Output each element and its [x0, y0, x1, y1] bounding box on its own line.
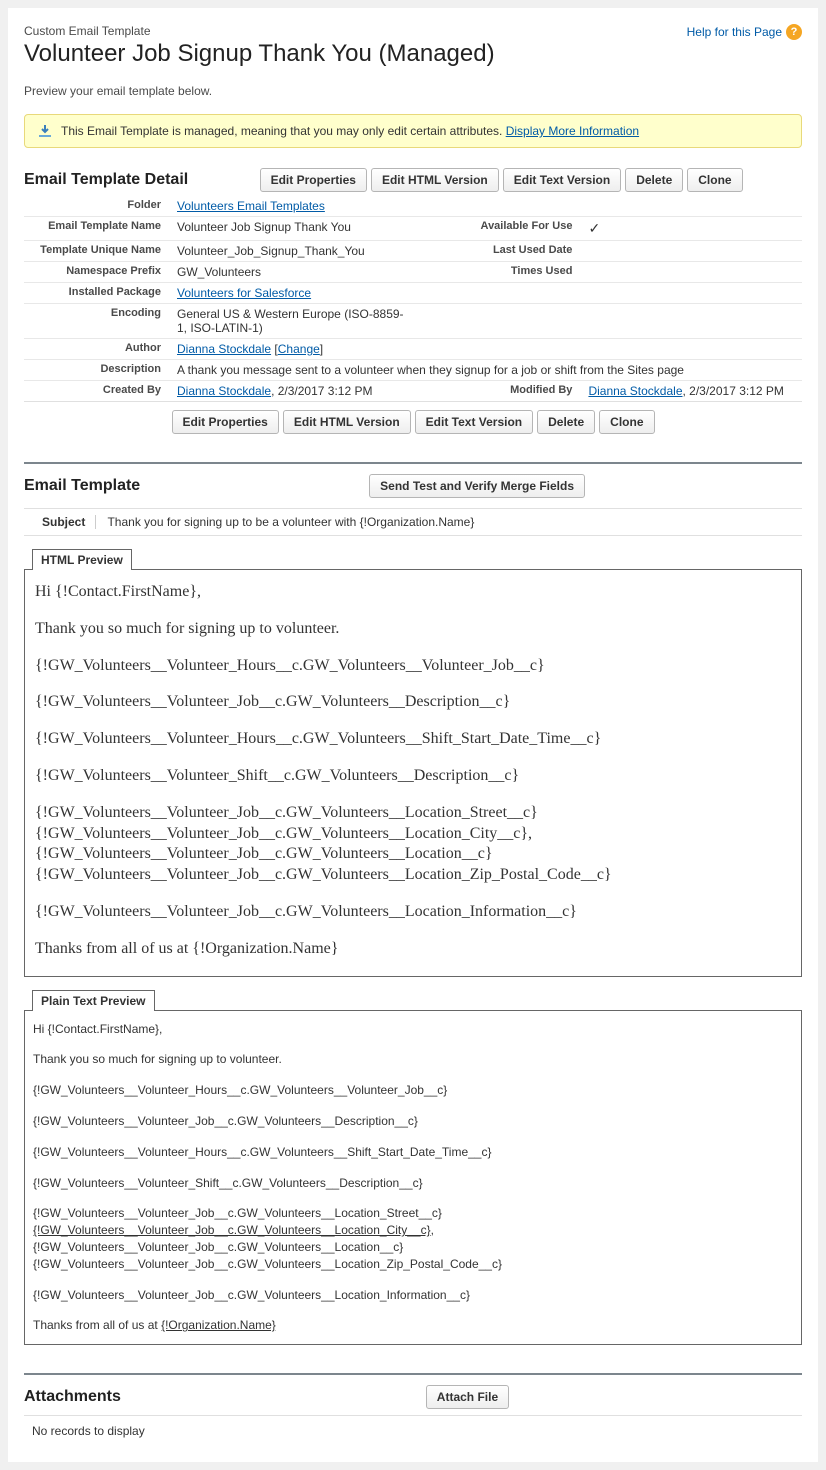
value-encoding: General US & Western Europe (ISO-8859-1,…	[169, 304, 420, 339]
html-loc-info: {!GW_Volunteers__Volunteer_Job__c.GW_Vol…	[35, 902, 791, 923]
available-check-icon: ✓	[588, 220, 600, 236]
label-modified-by: Modified By	[420, 381, 580, 402]
modified-by-link[interactable]: Dianna Stockdale	[588, 384, 682, 398]
edit-html-button[interactable]: Edit HTML Version	[371, 168, 499, 192]
managed-info-box: This Email Template is managed, meaning …	[24, 114, 802, 148]
plain-org-link[interactable]: {!Organization.Name}	[161, 1318, 276, 1332]
html-preview-label: HTML Preview	[32, 549, 132, 570]
label-created-by: Created By	[24, 381, 169, 402]
clone-button-2[interactable]: Clone	[599, 410, 654, 434]
label-description: Description	[24, 360, 169, 381]
modified-date: , 2/3/2017 3:12 PM	[683, 384, 784, 398]
value-namespace: GW_Volunteers	[169, 262, 420, 283]
author-change-link[interactable]: Change	[278, 342, 320, 356]
label-folder: Folder	[24, 196, 169, 217]
html-loc-3: {!GW_Volunteers__Volunteer_Job__c.GW_Vol…	[35, 844, 791, 865]
plain-merge-3: {!GW_Volunteers__Volunteer_Hours__c.GW_V…	[33, 1144, 793, 1161]
plain-loc-2-link[interactable]: {!GW_Volunteers__Volunteer_Job__c.GW_Vol…	[33, 1223, 431, 1237]
info-text: This Email Template is managed, meaning …	[61, 124, 502, 138]
subject-label: Subject	[42, 515, 96, 529]
plain-greeting: Hi {!Contact.FirstName},	[33, 1021, 793, 1038]
edit-text-button-2[interactable]: Edit Text Version	[415, 410, 533, 434]
clone-button[interactable]: Clone	[687, 168, 742, 192]
edit-html-button-2[interactable]: Edit HTML Version	[283, 410, 411, 434]
html-merge-2: {!GW_Volunteers__Volunteer_Job__c.GW_Vol…	[35, 692, 791, 713]
folder-link[interactable]: Volunteers Email Templates	[177, 199, 325, 213]
plain-loc-4: {!GW_Volunteers__Volunteer_Job__c.GW_Vol…	[33, 1256, 793, 1273]
created-date: , 2/3/2017 3:12 PM	[271, 384, 372, 398]
html-greeting: Hi {!Contact.FirstName},	[35, 582, 791, 603]
help-icon: ?	[786, 24, 802, 40]
help-link-label: Help for this Page	[687, 25, 782, 39]
label-times-used: Times Used	[420, 262, 580, 283]
plain-loc-2: {!GW_Volunteers__Volunteer_Job__c.GW_Vol…	[33, 1222, 793, 1239]
download-icon	[37, 123, 53, 139]
attach-file-button[interactable]: Attach File	[426, 1385, 509, 1409]
html-loc-4: {!GW_Volunteers__Volunteer_Job__c.GW_Vol…	[35, 865, 791, 886]
label-available: Available For Use	[420, 217, 580, 241]
label-last-used: Last Used Date	[420, 241, 580, 262]
label-name: Email Template Name	[24, 217, 169, 241]
edit-properties-button-2[interactable]: Edit Properties	[172, 410, 279, 434]
detail-button-row-bottom: Edit Properties Edit HTML Version Edit T…	[24, 410, 802, 434]
edit-properties-button[interactable]: Edit Properties	[260, 168, 367, 192]
html-loc-1: {!GW_Volunteers__Volunteer_Job__c.GW_Vol…	[35, 803, 791, 824]
plain-merge-2: {!GW_Volunteers__Volunteer_Job__c.GW_Vol…	[33, 1113, 793, 1130]
delete-button[interactable]: Delete	[625, 168, 683, 192]
value-last-used	[580, 241, 802, 262]
plain-merge-4: {!GW_Volunteers__Volunteer_Shift__c.GW_V…	[33, 1175, 793, 1192]
plain-thanks: Thank you so much for signing up to volu…	[33, 1051, 793, 1068]
label-author: Author	[24, 339, 169, 360]
label-unique-name: Template Unique Name	[24, 241, 169, 262]
value-description: A thank you message sent to a volunteer …	[169, 360, 802, 381]
attachments-button-row: Attach File	[133, 1385, 802, 1409]
plain-merge-1: {!GW_Volunteers__Volunteer_Hours__c.GW_V…	[33, 1082, 793, 1099]
html-thanks: Thank you so much for signing up to volu…	[35, 619, 791, 640]
detail-table: Folder Volunteers Email Templates Email …	[24, 196, 802, 402]
preview-description: Preview your email template below.	[24, 84, 802, 98]
detail-button-row-top: Edit Properties Edit HTML Version Edit T…	[200, 168, 802, 192]
value-unique-name: Volunteer_Job_Signup_Thank_You	[169, 241, 420, 262]
template-button-row: Send Test and Verify Merge Fields	[152, 474, 802, 498]
html-merge-3: {!GW_Volunteers__Volunteer_Hours__c.GW_V…	[35, 729, 791, 750]
display-more-link[interactable]: Display More Information	[506, 124, 639, 138]
author-link[interactable]: Dianna Stockdale	[177, 342, 271, 356]
created-by-link[interactable]: Dianna Stockdale	[177, 384, 271, 398]
send-test-button[interactable]: Send Test and Verify Merge Fields	[369, 474, 585, 498]
html-merge-4: {!GW_Volunteers__Volunteer_Shift__c.GW_V…	[35, 766, 791, 787]
plain-loc-3: {!GW_Volunteers__Volunteer_Job__c.GW_Vol…	[33, 1239, 793, 1256]
html-preview-box: Hi {!Contact.FirstName}, Thank you so mu…	[24, 569, 802, 977]
plain-preview-box: Hi {!Contact.FirstName}, Thank you so mu…	[24, 1010, 802, 1346]
template-section-title: Email Template	[24, 477, 140, 495]
html-merge-1: {!GW_Volunteers__Volunteer_Hours__c.GW_V…	[35, 656, 791, 677]
section-divider	[24, 462, 802, 464]
section-divider-2	[24, 1373, 802, 1375]
package-link[interactable]: Volunteers for Salesforce	[177, 286, 311, 300]
edit-text-button[interactable]: Edit Text Version	[503, 168, 621, 192]
help-link[interactable]: Help for this Page ?	[687, 24, 802, 40]
plain-closing: Thanks from all of us at {!Organization.…	[33, 1317, 793, 1334]
value-times-used	[580, 262, 802, 283]
page-title: Volunteer Job Signup Thank You (Managed)	[24, 40, 495, 68]
detail-section-title: Email Template Detail	[24, 171, 188, 189]
label-namespace: Namespace Prefix	[24, 262, 169, 283]
value-name: Volunteer Job Signup Thank You	[169, 217, 420, 241]
plain-preview-label: Plain Text Preview	[32, 990, 155, 1011]
attachments-section-title: Attachments	[24, 1388, 121, 1406]
plain-loc-info: {!GW_Volunteers__Volunteer_Job__c.GW_Vol…	[33, 1287, 793, 1304]
html-loc-2: {!GW_Volunteers__Volunteer_Job__c.GW_Vol…	[35, 824, 791, 845]
label-encoding: Encoding	[24, 304, 169, 339]
delete-button-2[interactable]: Delete	[537, 410, 595, 434]
attachments-empty: No records to display	[24, 1415, 802, 1446]
subject-value: Thank you for signing up to be a volunte…	[107, 515, 474, 529]
plain-loc-1: {!GW_Volunteers__Volunteer_Job__c.GW_Vol…	[33, 1205, 793, 1222]
subject-row: Subject Thank you for signing up to be a…	[24, 508, 802, 536]
html-closing: Thanks from all of us at {!Organization.…	[35, 939, 791, 960]
page-type: Custom Email Template	[24, 24, 495, 38]
label-package: Installed Package	[24, 283, 169, 304]
